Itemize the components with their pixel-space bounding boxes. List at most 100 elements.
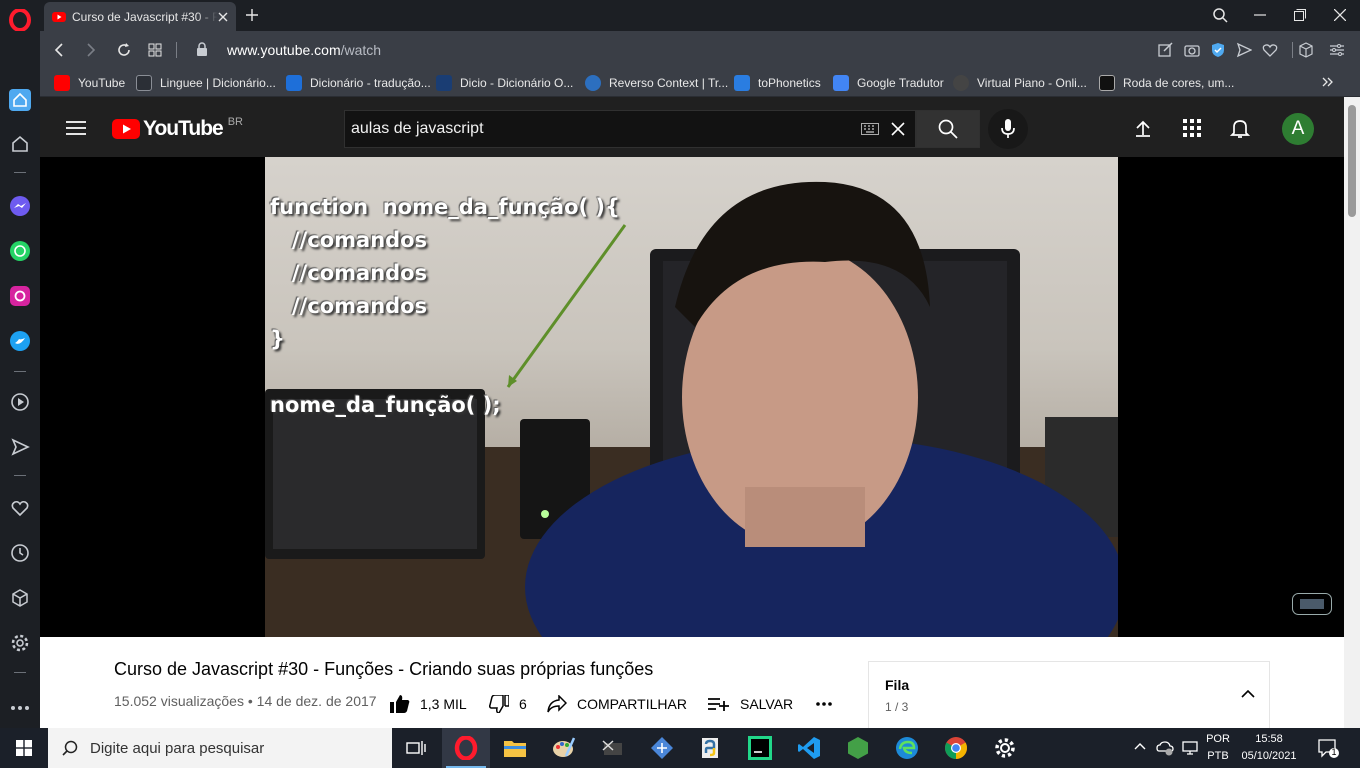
send-page-icon[interactable]	[1236, 42, 1252, 58]
bookmark-tophonetics[interactable]: toPhonetics	[734, 75, 821, 91]
back-icon[interactable]	[52, 42, 66, 58]
bookmark-roda-de-cores[interactable]: Roda de cores, um...	[1099, 75, 1234, 91]
restore-button[interactable]	[1288, 4, 1312, 26]
speed-dial-icon[interactable]	[8, 132, 32, 156]
extensions-cube-icon[interactable]	[1298, 42, 1314, 58]
keyboard-layout[interactable]: PTB	[1202, 750, 1234, 762]
voice-search-button[interactable]	[988, 109, 1028, 149]
bookmark-virtual-piano[interactable]: Virtual Piano - Onli...	[953, 75, 1087, 91]
bookmark-heart-icon[interactable]	[1262, 42, 1278, 58]
dislike-count: 6	[519, 696, 527, 712]
taskbar-paint[interactable]	[540, 728, 588, 768]
opera-logo-icon[interactable]	[8, 8, 32, 32]
close-window-button[interactable]	[1328, 4, 1352, 26]
tray-chevron-up-icon[interactable]	[1134, 742, 1146, 750]
history-icon[interactable]	[8, 541, 32, 565]
search-button[interactable]	[916, 110, 980, 148]
taskbar-search-box[interactable]: Digite aqui para pesquisar	[48, 728, 392, 768]
avatar[interactable]: A	[1282, 113, 1314, 145]
minimize-button[interactable]	[1248, 4, 1272, 26]
reload-icon[interactable]	[116, 42, 132, 58]
virtual-piano-favicon-icon	[953, 75, 969, 91]
close-tab-icon[interactable]	[218, 12, 228, 22]
tabs-grid-icon[interactable]	[148, 43, 162, 57]
notifications-button[interactable]: 1	[1318, 739, 1340, 759]
home-icon[interactable]	[8, 88, 32, 112]
dicio-favicon-icon	[436, 75, 452, 91]
hamburger-menu-icon[interactable]	[66, 121, 86, 135]
taskbar-app-diamond[interactable]	[638, 728, 686, 768]
keyboard-icon[interactable]	[861, 123, 879, 135]
chevron-up-icon[interactable]	[1241, 690, 1255, 698]
twitter-icon[interactable]	[8, 329, 32, 353]
taskbar-file-explorer[interactable]	[491, 728, 539, 768]
player-icon[interactable]	[8, 390, 32, 414]
bookmark-reverso[interactable]: Reverso Context | Tr...	[585, 75, 728, 91]
instagram-icon[interactable]	[8, 284, 32, 308]
taskbar-vscode[interactable]	[785, 728, 833, 768]
scrollbar-thumb[interactable]	[1348, 105, 1356, 217]
new-tab-button[interactable]	[240, 4, 264, 26]
whatsapp-icon[interactable]	[8, 239, 32, 263]
more-actions-button[interactable]	[816, 692, 842, 716]
apps-grid-icon[interactable]	[1183, 119, 1201, 137]
lock-icon[interactable]	[196, 42, 208, 57]
network-app-icon	[651, 737, 673, 759]
bookmark-dicionario[interactable]: Dicionário - tradução...	[286, 75, 431, 91]
network-icon[interactable]	[1182, 740, 1198, 756]
share-button[interactable]: COMPARTILHAR	[547, 692, 687, 716]
camera-icon[interactable]	[1184, 42, 1200, 58]
python-icon	[702, 738, 718, 758]
settings-icon[interactable]	[8, 631, 32, 655]
taskbar-chrome[interactable]	[932, 728, 980, 768]
video-frame[interactable]: function nome_da_função( ){ //comandos /…	[265, 157, 1118, 637]
task-view-button[interactable]	[392, 728, 440, 768]
bookmark-google-tradutor[interactable]: Google Tradutor	[833, 75, 944, 91]
send-icon[interactable]	[8, 435, 32, 459]
taskbar-nodejs[interactable]	[834, 728, 882, 768]
taskbar-python[interactable]	[687, 728, 735, 768]
bookmark-linguee[interactable]: Linguee | Dicionário...	[136, 75, 276, 91]
adblock-shield-icon[interactable]	[1210, 42, 1226, 58]
taskbar-opera[interactable]	[442, 728, 490, 768]
clear-search-icon[interactable]	[891, 122, 905, 136]
edit-page-icon[interactable]	[1158, 42, 1174, 58]
onedrive-sync-icon[interactable]	[1156, 740, 1174, 756]
video-player[interactable]: function nome_da_função( ){ //comandos /…	[40, 157, 1344, 637]
search-box[interactable]: aulas de javascript	[344, 110, 916, 148]
forward-icon[interactable]	[84, 42, 98, 58]
bookmark-youtube[interactable]: YouTube	[54, 75, 125, 91]
like-button[interactable]: 1,3 MIL	[390, 692, 467, 716]
edge-icon	[896, 737, 918, 759]
tab-search-icon[interactable]	[1208, 4, 1232, 26]
upload-icon[interactable]	[1134, 119, 1152, 137]
bookmark-label: Dicio - Dicionário O...	[460, 76, 574, 90]
url-field[interactable]: www.youtube.com/watch	[227, 42, 381, 58]
save-button[interactable]: SALVAR	[708, 692, 793, 716]
more-bookmarks-icon[interactable]	[1322, 77, 1334, 87]
extensions-icon[interactable]	[8, 586, 32, 610]
language-code[interactable]: POR	[1202, 733, 1234, 745]
video-title: Curso de Javascript #30 - Funções - Cria…	[114, 659, 654, 679]
search-input[interactable]: aulas de javascript	[351, 120, 484, 138]
clock-time[interactable]: 15:58	[1238, 733, 1300, 745]
youtube-favicon-icon	[54, 75, 70, 91]
heart-icon[interactable]	[8, 496, 32, 520]
channel-watermark-icon[interactable]	[1292, 593, 1332, 615]
more-icon[interactable]	[8, 696, 32, 720]
tab-active[interactable]: Curso de Javascript #30 - Fu	[44, 2, 236, 31]
taskbar-pycharm[interactable]	[736, 728, 784, 768]
messenger-icon[interactable]	[8, 194, 32, 218]
clock-date[interactable]: 05/10/2021	[1238, 750, 1300, 762]
taskbar-edge[interactable]	[883, 728, 931, 768]
easy-setup-icon[interactable]	[1330, 43, 1344, 57]
share-label: COMPARTILHAR	[577, 696, 687, 712]
page-scrollbar[interactable]	[1344, 97, 1360, 728]
taskbar-snipping-tool[interactable]	[589, 728, 637, 768]
dislike-button[interactable]: 6	[489, 692, 527, 716]
taskbar-settings[interactable]	[981, 728, 1029, 768]
start-button[interactable]	[0, 728, 48, 768]
youtube-logo[interactable]: YouTube BR	[112, 116, 243, 141]
bookmark-dicio[interactable]: Dicio - Dicionário O...	[436, 75, 573, 91]
notifications-bell-icon[interactable]	[1230, 118, 1250, 138]
